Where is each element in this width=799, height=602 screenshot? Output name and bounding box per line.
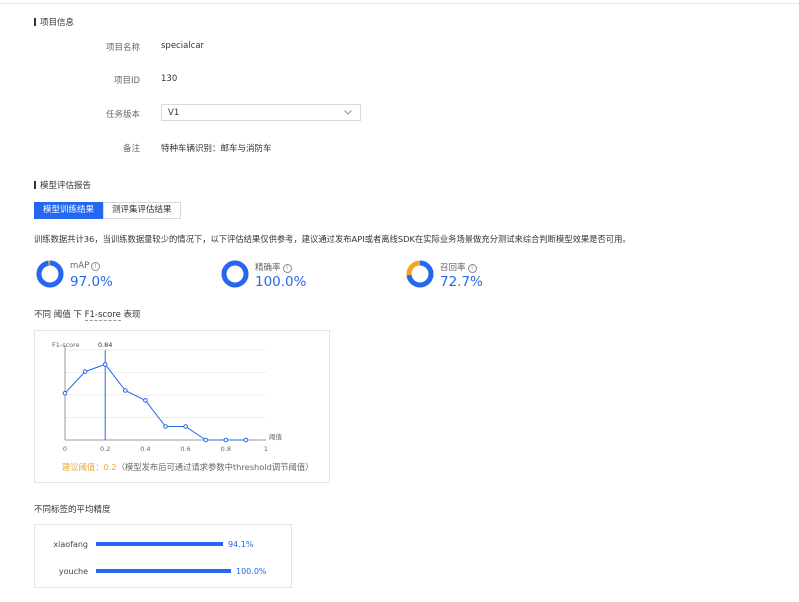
recall-ring-icon [406, 260, 434, 288]
ap-bar [96, 542, 224, 546]
f1-point [203, 437, 208, 443]
ap-bar [96, 569, 231, 573]
suggested-threshold: 建议阈值：0.2（模型发布后可通过请求参数中threshold调节阈值） [62, 461, 313, 473]
f1-point [243, 437, 249, 443]
version-select-value: V1 [168, 108, 180, 118]
suggested-threshold-label: 建议阈值： [62, 462, 104, 472]
project-name-label: 项目名称 [105, 43, 140, 53]
title-bar [34, 181, 36, 189]
project-info-title: 项目信息 [34, 16, 74, 28]
metric-recall: 召回率! 72.7% [406, 260, 526, 292]
bar-value-label: 94.1% [228, 540, 254, 549]
f1-heading: 不同 阈值 下 F1-score 表现 [34, 308, 141, 321]
project-info-title-text: 项目信息 [40, 18, 75, 28]
f1-heading-prefix: 不同 阈值 下 [34, 310, 82, 320]
x-tick-label: 0.8 [221, 445, 231, 453]
f1-point [82, 369, 88, 374]
metric-map: mAP! 97.0% [36, 260, 156, 292]
highlight-label: 0.84 [98, 341, 112, 349]
title-bar [34, 18, 36, 26]
f1-point [62, 390, 68, 396]
project-name-value: specialcar [161, 41, 205, 51]
y-axis-label: F1-score [52, 341, 80, 349]
training-notice: 训练数据共计36，当训练数据量较少的情况下，以下评估结果仅供参考，建议通过发布A… [34, 234, 631, 244]
metric-precision-name: 精确率 [255, 263, 281, 273]
f1-point [123, 388, 128, 393]
metric-precision-value: 100.0% [255, 274, 307, 290]
x-axis-label: 阈值 [269, 432, 283, 441]
tab-training-result[interactable]: 模型训练结果 [34, 202, 104, 219]
x-tick-label: 0 [63, 445, 67, 453]
metric-recall-name-row: 召回率! [440, 261, 477, 273]
chevron-down-icon [343, 107, 353, 120]
f1-series-line [64, 363, 246, 441]
version-select[interactable]: V1 [161, 104, 361, 121]
info-icon[interactable]: ! [282, 264, 292, 273]
version-label: 任务版本 [105, 110, 140, 120]
ap-chart: xiaofang 94.1% youche 100.0% [53, 540, 267, 576]
project-id-value: 130 [161, 74, 178, 84]
f1-point [102, 362, 108, 367]
metric-map-value: 97.0% [70, 274, 113, 290]
f1-point [183, 424, 188, 429]
x-tick-label: 0.2 [100, 445, 110, 453]
report-title-text: 模型评估报告 [40, 181, 92, 191]
map-ring-icon [36, 260, 64, 288]
metric-recall-value: 72.7% [440, 274, 483, 290]
f1-point [163, 424, 168, 429]
suggested-threshold-note: （模型发布后可通过请求参数中threshold调节阈值） [116, 462, 314, 472]
f1-chart: 0 0.2 0.4 0.6 0.8 1 F1-score 阈值 0.84 [52, 341, 283, 453]
x-tick-label: 0.4 [140, 445, 150, 453]
bar-category-label: youche [59, 567, 88, 576]
f1-heading-term[interactable]: F1-score [84, 310, 121, 321]
metric-recall-name: 召回率 [440, 263, 466, 273]
project-id-label: 项目ID [113, 76, 140, 86]
info-icon[interactable]: ! [467, 264, 477, 273]
metric-precision: 精确率! 100.0% [221, 260, 341, 292]
top-divider [0, 3, 799, 4]
bar-value-label: 100.0% [236, 567, 267, 576]
metric-map-name: mAP [70, 261, 90, 271]
f1-heading-suffix: 表现 [123, 310, 141, 320]
f1-point [223, 437, 229, 443]
report-tabs: 模型训练结果 测评集评估结果 [34, 202, 181, 219]
f1-point [143, 398, 148, 403]
tab-evaluation-result[interactable]: 测评集评估结果 [103, 202, 181, 219]
metric-precision-name-row: 精确率! [255, 261, 292, 273]
info-icon[interactable]: ! [91, 262, 101, 271]
remark-value: 特种车辆识别：邮车与消防车 [161, 144, 272, 154]
suggested-threshold-value: 0.2 [103, 462, 117, 472]
remark-label: 备注 [122, 144, 140, 154]
metric-map-name-row: mAP! [70, 261, 101, 271]
ap-heading: 不同标签的平均精度 [34, 505, 111, 515]
x-tick-label: 0.6 [180, 445, 190, 453]
report-title: 模型评估报告 [34, 179, 91, 191]
precision-ring-icon [221, 260, 249, 288]
x-tick-label: 1 [264, 445, 268, 453]
bar-category-label: xiaofang [53, 540, 88, 549]
